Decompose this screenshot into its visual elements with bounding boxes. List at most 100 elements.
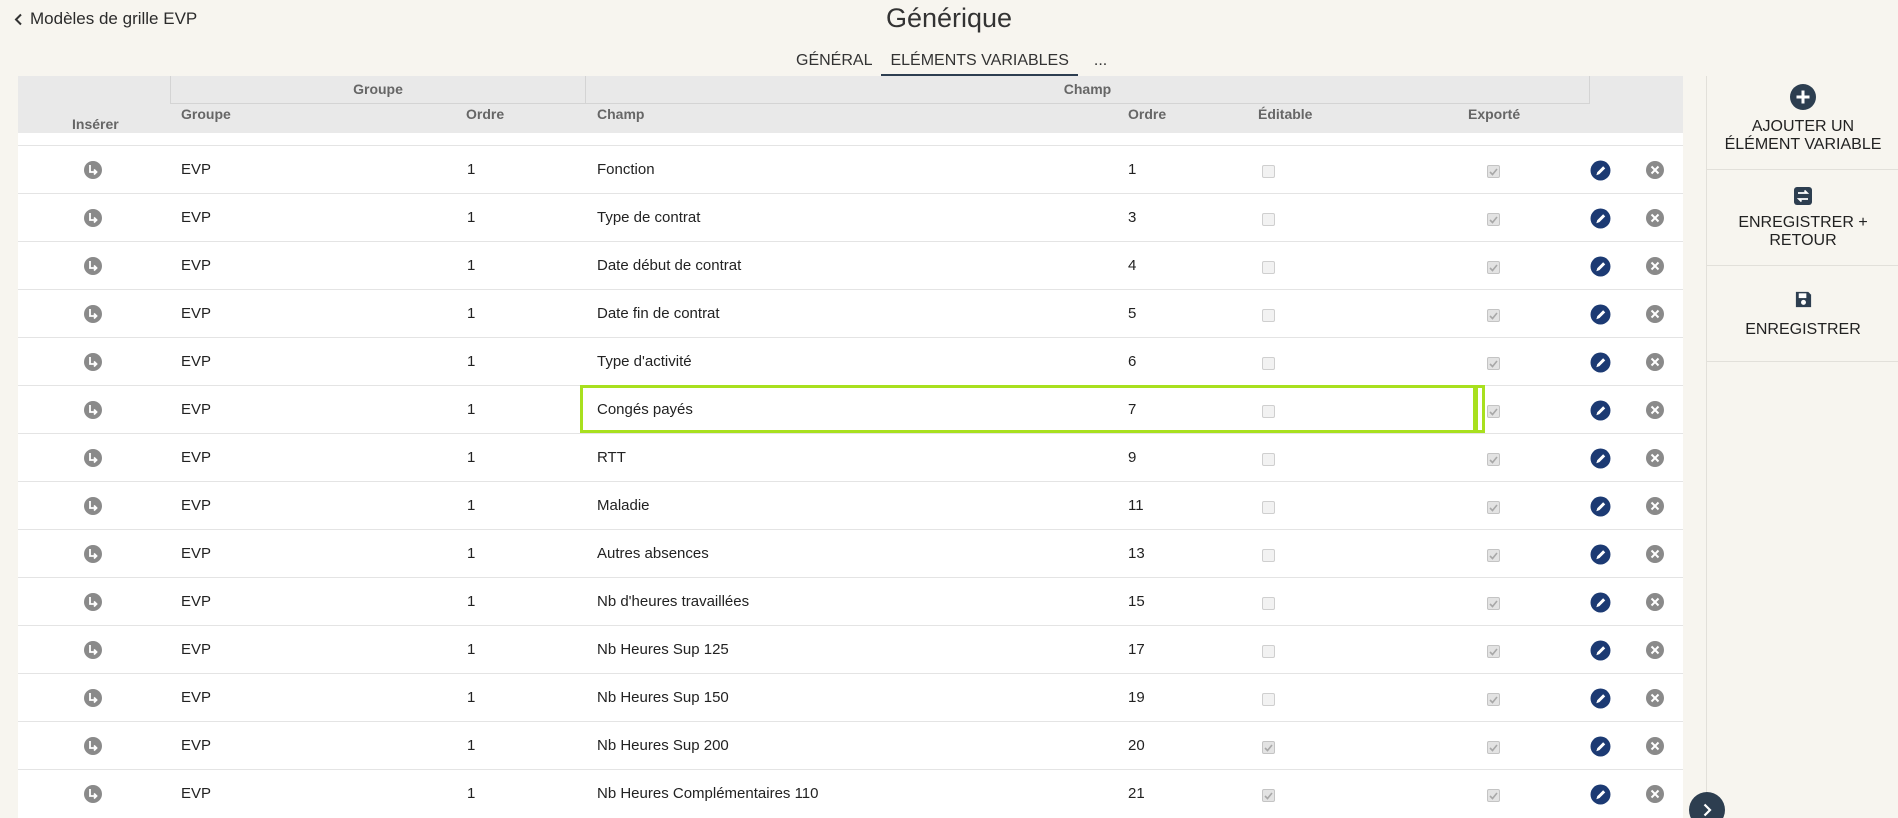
insert-below-icon[interactable] xyxy=(82,159,104,181)
edit-icon[interactable] xyxy=(1589,399,1611,421)
cell-ordre-champ: 21 xyxy=(1128,785,1145,802)
edit-icon[interactable] xyxy=(1589,735,1611,757)
table-row: EVP 1 Date fin de contrat 5 xyxy=(18,289,1683,337)
exporte-checkbox[interactable] xyxy=(1487,453,1500,466)
delete-icon[interactable] xyxy=(1644,255,1666,277)
tab-elements-variables[interactable]: ELÉMENTS VARIABLES xyxy=(881,50,1078,76)
save-return-icon xyxy=(1707,186,1898,206)
edit-icon[interactable] xyxy=(1589,447,1611,469)
edit-icon[interactable] xyxy=(1589,591,1611,613)
editable-checkbox[interactable] xyxy=(1262,693,1275,706)
editable-checkbox[interactable] xyxy=(1262,213,1275,226)
edit-icon[interactable] xyxy=(1589,303,1611,325)
exporte-checkbox[interactable] xyxy=(1487,309,1500,322)
edit-icon[interactable] xyxy=(1589,159,1611,181)
delete-icon[interactable] xyxy=(1644,495,1666,517)
delete-icon[interactable] xyxy=(1644,159,1666,181)
table-row: EVP 1 Nb Heures Sup 200 20 xyxy=(18,721,1683,769)
editable-checkbox[interactable] xyxy=(1262,405,1275,418)
editable-checkbox[interactable] xyxy=(1262,501,1275,514)
exporte-checkbox[interactable] xyxy=(1487,357,1500,370)
editable-checkbox[interactable] xyxy=(1262,549,1275,562)
insert-below-icon[interactable] xyxy=(82,687,104,709)
insert-below-icon[interactable] xyxy=(82,303,104,325)
exporte-checkbox[interactable] xyxy=(1487,693,1500,706)
editable-checkbox[interactable] xyxy=(1262,165,1275,178)
editable-checkbox[interactable] xyxy=(1262,741,1275,754)
save-icon xyxy=(1707,290,1898,309)
editable-checkbox[interactable] xyxy=(1262,309,1275,322)
table-row: EVP 1 Date début de contrat 4 xyxy=(18,241,1683,289)
exporte-checkbox[interactable] xyxy=(1487,597,1500,610)
save-button[interactable]: ENREGISTRER xyxy=(1707,266,1898,362)
cell-champ: Nb Heures Sup 125 xyxy=(597,641,729,658)
cell-champ: Nb Heures Sup 200 xyxy=(597,737,729,754)
exporte-checkbox[interactable] xyxy=(1487,501,1500,514)
editable-checkbox[interactable] xyxy=(1262,597,1275,610)
save-return-button[interactable]: ENREGISTRER + RETOUR xyxy=(1707,170,1898,266)
insert-below-icon[interactable] xyxy=(82,639,104,661)
cell-groupe: EVP xyxy=(181,161,212,178)
add-variable-element-button[interactable]: AJOUTER UN ÉLÉMENT VARIABLE xyxy=(1707,84,1898,170)
cell-ordre-champ: 4 xyxy=(1128,257,1137,274)
exporte-checkbox[interactable] xyxy=(1487,165,1500,178)
edit-icon[interactable] xyxy=(1589,543,1611,565)
delete-icon[interactable] xyxy=(1644,447,1666,469)
delete-icon[interactable] xyxy=(1644,639,1666,661)
edit-icon[interactable] xyxy=(1589,783,1611,805)
edit-icon[interactable] xyxy=(1589,207,1611,229)
edit-icon[interactable] xyxy=(1589,255,1611,277)
cell-groupe: EVP xyxy=(181,545,212,562)
delete-icon[interactable] xyxy=(1644,207,1666,229)
exporte-checkbox[interactable] xyxy=(1487,741,1500,754)
column-header-champ[interactable]: Champ xyxy=(597,104,644,124)
insert-below-icon[interactable] xyxy=(82,351,104,373)
delete-icon[interactable] xyxy=(1644,351,1666,373)
exporte-checkbox[interactable] xyxy=(1487,405,1500,418)
insert-below-icon[interactable] xyxy=(82,591,104,613)
edit-icon[interactable] xyxy=(1589,639,1611,661)
insert-below-icon[interactable] xyxy=(82,207,104,229)
cell-champ: Nb d'heures travaillées xyxy=(597,593,750,610)
cell-champ: Type d'activité xyxy=(597,353,692,370)
column-header-ordre-groupe[interactable]: Ordre xyxy=(466,104,504,124)
cell-champ: Maladie xyxy=(597,497,650,514)
exporte-checkbox[interactable] xyxy=(1487,789,1500,802)
column-header-editable[interactable]: Éditable xyxy=(1258,104,1312,124)
insert-below-icon[interactable] xyxy=(82,735,104,757)
delete-icon[interactable] xyxy=(1644,303,1666,325)
editable-checkbox[interactable] xyxy=(1262,453,1275,466)
insert-below-icon[interactable] xyxy=(82,399,104,421)
column-header-ordre-champ[interactable]: Ordre xyxy=(1128,104,1166,124)
tab-more[interactable]: ... xyxy=(1078,50,1123,76)
delete-icon[interactable] xyxy=(1644,543,1666,565)
insert-below-icon[interactable] xyxy=(82,783,104,805)
editable-checkbox[interactable] xyxy=(1262,645,1275,658)
insert-below-icon[interactable] xyxy=(82,543,104,565)
column-header-exporte[interactable]: Exporté xyxy=(1468,104,1520,124)
delete-icon[interactable] xyxy=(1644,735,1666,757)
editable-checkbox[interactable] xyxy=(1262,357,1275,370)
action-sidebar: AJOUTER UN ÉLÉMENT VARIABLE ENREGISTRER … xyxy=(1706,76,1898,818)
edit-icon[interactable] xyxy=(1589,687,1611,709)
edit-icon[interactable] xyxy=(1589,495,1611,517)
exporte-checkbox[interactable] xyxy=(1487,549,1500,562)
edit-icon[interactable] xyxy=(1589,351,1611,373)
delete-icon[interactable] xyxy=(1644,399,1666,421)
delete-icon[interactable] xyxy=(1644,783,1666,805)
delete-icon[interactable] xyxy=(1644,591,1666,613)
exporte-checkbox[interactable] xyxy=(1487,645,1500,658)
editable-checkbox[interactable] xyxy=(1262,261,1275,274)
exporte-checkbox[interactable] xyxy=(1487,261,1500,274)
editable-checkbox[interactable] xyxy=(1262,789,1275,802)
table-row: EVP 1 Congés payés 7 xyxy=(18,385,1683,433)
exporte-checkbox[interactable] xyxy=(1487,213,1500,226)
insert-below-icon[interactable] xyxy=(82,495,104,517)
insert-below-icon[interactable] xyxy=(82,255,104,277)
tab-general[interactable]: GÉNÉRAL xyxy=(787,50,881,76)
table-row: EVP 1 Nb d'heures travaillées 15 xyxy=(18,577,1683,625)
delete-icon[interactable] xyxy=(1644,687,1666,709)
plus-circle-icon xyxy=(1707,84,1898,110)
column-header-groupe[interactable]: Groupe xyxy=(181,104,231,124)
insert-below-icon[interactable] xyxy=(82,447,104,469)
